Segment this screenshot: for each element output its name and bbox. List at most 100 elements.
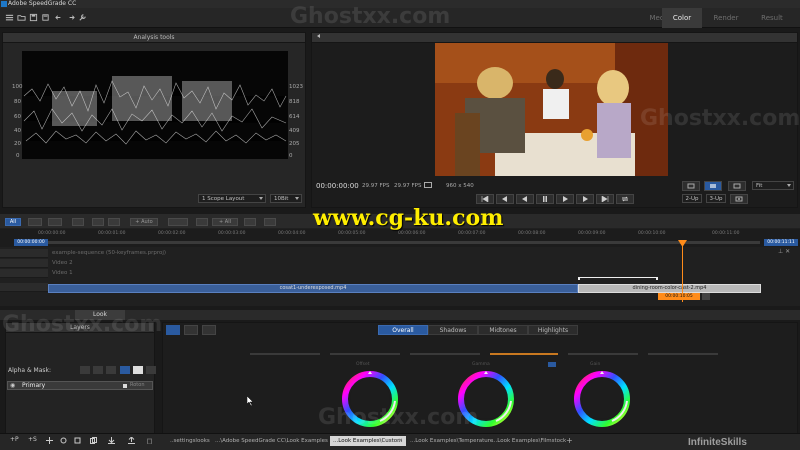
tl-tool-button-5[interactable]	[108, 218, 120, 226]
save-icon[interactable]	[29, 13, 38, 22]
gain-color-wheel[interactable]	[572, 369, 632, 429]
slider-3[interactable]	[410, 353, 480, 355]
next-keyframe-button[interactable]	[244, 218, 256, 226]
tab-render[interactable]: Render	[706, 8, 746, 28]
ruler-tick-label: 00:00:06:00	[398, 231, 426, 236]
eye-icon[interactable]: ◉	[10, 382, 15, 389]
color-view-button[interactable]	[704, 181, 722, 191]
tab-result[interactable]: Result	[752, 8, 792, 28]
split-view-button[interactable]	[728, 181, 746, 191]
slider-5[interactable]	[568, 353, 638, 355]
video1-track-header[interactable]	[0, 269, 48, 278]
tab-shadows[interactable]: Shadows	[428, 325, 478, 335]
snapshot-button[interactable]	[730, 194, 748, 204]
tl-tool-button-4[interactable]	[92, 218, 104, 226]
tab-overall[interactable]: Overall	[378, 325, 428, 335]
slider-value-marker[interactable]	[548, 362, 556, 367]
mask-button-4[interactable]	[120, 366, 130, 374]
main-track-header[interactable]	[0, 283, 48, 292]
tl-tool-button-6[interactable]	[264, 218, 276, 226]
keyframe-range[interactable]	[578, 277, 658, 280]
slider-2[interactable]	[330, 353, 400, 355]
add-tab-icon[interactable]: +	[566, 436, 573, 446]
bit-depth-select[interactable]: 10Bit	[270, 194, 302, 203]
clip-dining-room[interactable]: dining-room-color-cast-2.mp4	[578, 284, 761, 293]
mask-button-5[interactable]	[133, 366, 143, 374]
tab-highlights[interactable]: Highlights	[528, 325, 578, 335]
copy-icon[interactable]	[74, 437, 81, 444]
tab-color[interactable]: Color	[662, 8, 702, 28]
look-tab-custom[interactable]: ...Look Examples\Custom	[330, 436, 406, 446]
step-forward-button[interactable]	[576, 194, 594, 204]
slider-4[interactable]	[490, 353, 558, 355]
step-back-button[interactable]	[496, 194, 514, 204]
ruler-tick-label: 00:00:04:00	[278, 231, 306, 236]
end-timecode: 00:00:11:11	[764, 239, 798, 246]
video-preview[interactable]	[435, 43, 668, 176]
tl-tool-button-3[interactable]	[72, 218, 84, 226]
select-all-button[interactable]: All	[5, 218, 21, 226]
play-reverse-button[interactable]	[516, 194, 534, 204]
pin-icon[interactable]: ⊥ ✕	[778, 248, 790, 255]
layer-checkbox[interactable]	[123, 384, 127, 388]
loop-button[interactable]	[616, 194, 634, 204]
view-mode-button[interactable]	[682, 181, 700, 191]
open-folder-icon[interactable]	[17, 13, 26, 22]
add-primary-button[interactable]: +P	[10, 436, 19, 443]
view-3up-button[interactable]: 3-Up	[706, 194, 726, 203]
add-keyframe-button[interactable]	[168, 218, 188, 226]
video2-track-header[interactable]	[0, 259, 48, 268]
scale-right-1023: 1023	[289, 84, 303, 90]
mask-button-2[interactable]	[93, 366, 103, 374]
go-to-start-button[interactable]	[476, 194, 494, 204]
add-all-button[interactable]: + All	[212, 218, 238, 226]
mask-button-3[interactable]	[106, 366, 116, 374]
chevron-down-icon	[787, 184, 791, 187]
playhead-handle-icon[interactable]	[678, 240, 687, 247]
playhead-menu-icon[interactable]	[702, 293, 710, 300]
add-secondary-button[interactable]: +S	[28, 436, 37, 443]
tl-tool-button-2[interactable]	[48, 218, 62, 226]
menu-icon[interactable]	[5, 13, 14, 22]
timeline-scrubber[interactable]	[48, 241, 760, 244]
zoom-fit-select[interactable]: Fit	[752, 181, 794, 190]
prev-keyframe-button[interactable]	[196, 218, 208, 226]
mask-button-6[interactable]	[146, 366, 156, 374]
look-tab-filmstock[interactable]: ...Look Examples\Filmstock	[492, 436, 566, 446]
look-tab-temperature[interactable]: ...Look Examples\Temperature	[410, 436, 493, 446]
export-icon[interactable]	[128, 437, 135, 444]
add-layer-icon[interactable]	[46, 437, 53, 444]
mask-button-1[interactable]	[80, 366, 90, 374]
tab-midtones[interactable]: Midtones	[478, 325, 528, 335]
close-tab-icon[interactable]: ✕	[398, 436, 403, 446]
mode-button-2[interactable]	[184, 325, 198, 335]
mode-button-3[interactable]	[202, 325, 216, 335]
look-tab-settingslooks[interactable]: ..settingslooks	[170, 436, 210, 446]
tl-tool-button-1[interactable]	[28, 218, 42, 226]
sequence-track-header[interactable]	[0, 249, 48, 258]
layer-row-primary[interactable]: ◉ Primary Roton	[7, 381, 153, 390]
settings-icon[interactable]	[60, 437, 67, 444]
clip-cosat1[interactable]: cosat1-underexposed.mp4	[48, 284, 578, 293]
save-all-icon[interactable]	[41, 13, 50, 22]
ruler-tick-label: 00:00:01:00	[98, 231, 126, 236]
look-tab-look-examples[interactable]: ...\Adobe SpeedGrade CC\Look Examples	[215, 436, 328, 446]
color-mode-button[interactable]	[166, 325, 180, 335]
redo-icon[interactable]	[66, 13, 75, 22]
duplicate-icon[interactable]	[90, 437, 97, 444]
scope-layout-select[interactable]: 1 Scope Layout	[198, 194, 266, 203]
trash-icon[interactable]	[146, 437, 153, 444]
auto-button[interactable]: + Auto	[130, 218, 158, 226]
play-button[interactable]	[556, 194, 574, 204]
import-icon[interactable]	[108, 437, 115, 444]
go-to-end-button[interactable]	[596, 194, 614, 204]
slider-6[interactable]	[648, 353, 718, 355]
wrench-icon[interactable]	[78, 13, 87, 22]
watermark-left: Ghostxx.com	[2, 312, 163, 337]
ruler-tick-label: 00:00:09:00	[578, 231, 606, 236]
collapse-arrow-icon[interactable]	[316, 33, 322, 39]
undo-icon[interactable]	[55, 13, 64, 22]
slider-1[interactable]	[250, 353, 320, 355]
pause-button[interactable]	[536, 194, 554, 204]
view-2up-button[interactable]: 2-Up	[682, 194, 702, 203]
